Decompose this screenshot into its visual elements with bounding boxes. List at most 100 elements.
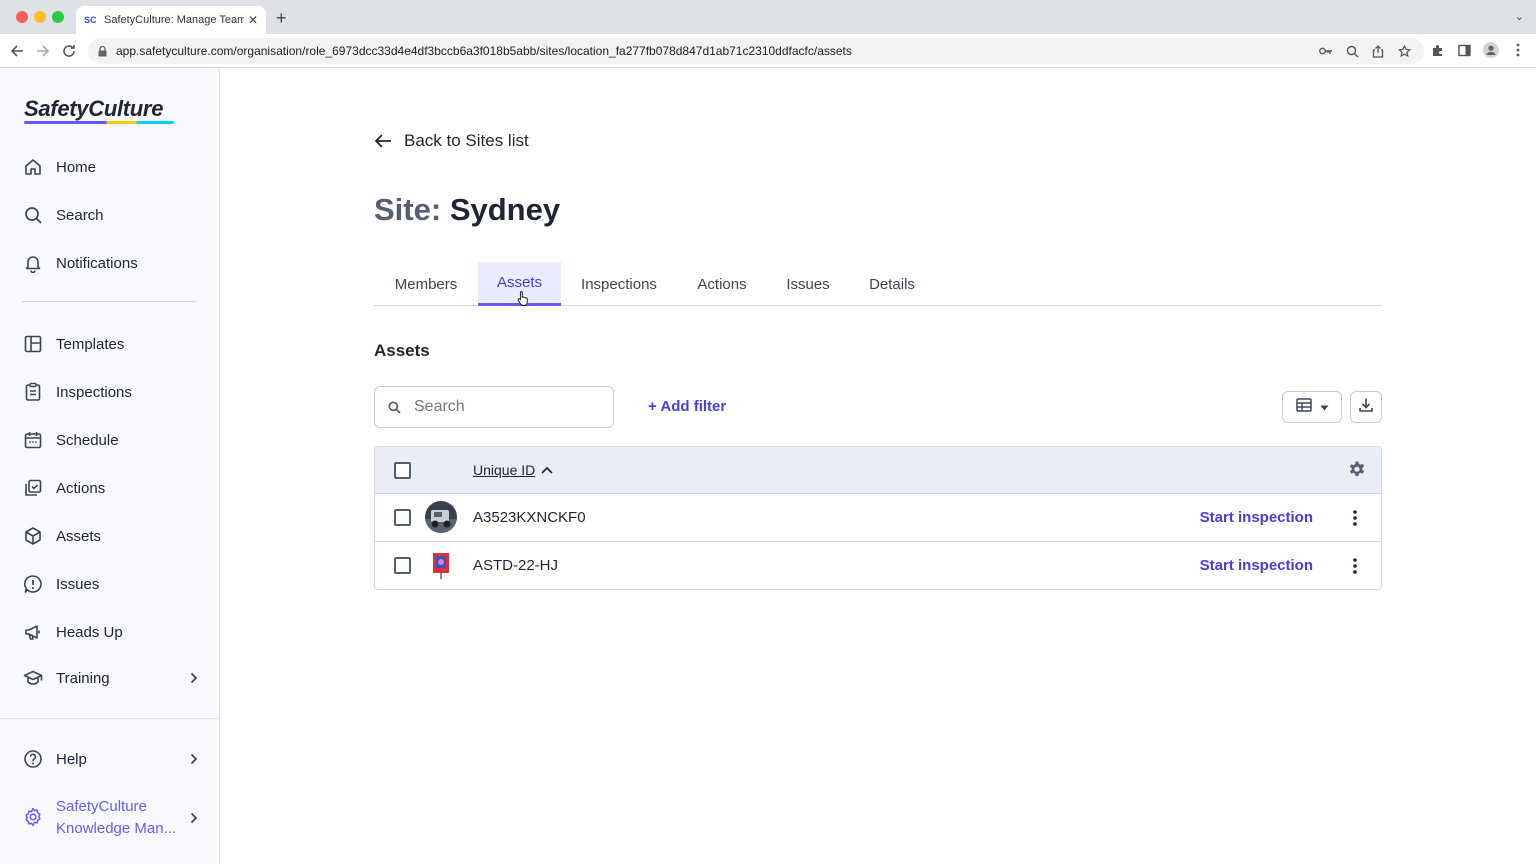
page-title: Site: Sydney xyxy=(374,192,560,228)
safetyculture-logo[interactable]: SafetyCulture xyxy=(24,96,163,122)
sidebar-item-assets[interactable]: Assets xyxy=(22,521,202,551)
sidebar-item-label: Actions xyxy=(56,479,106,497)
lock-icon xyxy=(98,45,108,57)
megaphone-icon xyxy=(22,621,44,643)
more-options-icon[interactable] xyxy=(1347,556,1363,576)
arrow-left-icon xyxy=(374,131,394,151)
sidebar-item-label: Templates xyxy=(56,335,125,353)
sidebar-bottom-divider xyxy=(0,718,219,719)
browser-menu-icon[interactable] xyxy=(1510,42,1526,58)
sidebar-item-search[interactable]: Search xyxy=(22,200,202,230)
organisation-switcher[interactable]: SafetyCulture Knowledge Man... xyxy=(22,796,202,840)
sidebar-item-actions[interactable]: Actions xyxy=(22,473,202,503)
cube-icon xyxy=(22,525,44,547)
key-icon[interactable] xyxy=(1318,43,1334,59)
profile-icon[interactable] xyxy=(1483,42,1499,58)
table-icon xyxy=(1295,397,1312,417)
gear-icon xyxy=(22,806,44,828)
asset-unique-id[interactable]: ASTD-22-HJ xyxy=(473,557,558,574)
sidebar-item-help[interactable]: Help xyxy=(22,744,202,774)
tab-inspections[interactable]: Inspections xyxy=(561,262,677,306)
row-checkbox[interactable] xyxy=(394,557,411,574)
chevron-right-icon xyxy=(186,810,202,826)
issue-icon xyxy=(22,573,44,595)
chevron-right-icon xyxy=(186,670,202,686)
table-row[interactable]: ASTD-22-HJ Start inspection xyxy=(375,542,1381,589)
table-header-row: Unique ID xyxy=(375,447,1381,494)
caret-down-icon xyxy=(1320,398,1329,416)
sidebar-item-label: Notifications xyxy=(56,254,138,272)
back-link-label: Back to Sites list xyxy=(404,131,529,150)
start-inspection-button[interactable]: Start inspection xyxy=(1200,557,1313,574)
close-window-button[interactable] xyxy=(16,11,28,23)
url-text: app.safetyculture.com/organisation/role_… xyxy=(116,44,852,58)
close-tab-icon[interactable]: ✕ xyxy=(248,13,258,27)
tab-actions[interactable]: Actions xyxy=(677,262,767,306)
sidebar-item-templates[interactable]: Templates xyxy=(22,329,202,359)
browser-tab-title: SafetyCulture: Manage Teams xyxy=(104,14,244,26)
sidebar-divider xyxy=(22,301,196,302)
new-tab-button[interactable]: + xyxy=(276,8,287,28)
assets-table: Unique ID A3523KXNCKF0 Start inspection … xyxy=(374,446,1382,590)
assets-section-title: Assets xyxy=(374,341,430,360)
search-icon xyxy=(22,204,44,226)
sidebar-item-label: Assets xyxy=(56,527,102,545)
bookmark-star-icon[interactable] xyxy=(1396,43,1412,59)
column-header-label: Unique ID xyxy=(473,462,536,478)
asset-thumbnail xyxy=(425,501,457,533)
sidebar-item-label: Schedule xyxy=(56,431,119,449)
unique-id-column-header[interactable]: Unique ID xyxy=(473,462,555,478)
sidebar-item-label: Search xyxy=(56,206,104,224)
sidebar-item-label: Issues xyxy=(56,575,100,593)
tab-details[interactable]: Details xyxy=(849,262,935,306)
tab-search-icon[interactable]: ⌄ xyxy=(1515,10,1524,23)
search-input[interactable] xyxy=(414,398,594,416)
start-inspection-button[interactable]: Start inspection xyxy=(1200,509,1313,526)
assets-search-field[interactable] xyxy=(374,386,614,428)
select-all-checkbox[interactable] xyxy=(394,462,411,479)
extensions-icon[interactable] xyxy=(1429,42,1445,58)
browser-tab-bar: SC SafetyCulture: Manage Teams ✕ + ⌄ xyxy=(0,0,1536,34)
organisation-name: SafetyCulture xyxy=(56,798,147,815)
row-checkbox[interactable] xyxy=(394,509,411,526)
home-icon xyxy=(22,156,44,178)
sidebar-item-home[interactable]: Home xyxy=(22,152,202,182)
more-options-icon[interactable] xyxy=(1347,508,1363,528)
tab-members[interactable]: Members xyxy=(374,262,478,306)
sidebar-item-notifications[interactable]: Notifications xyxy=(22,248,202,278)
table-row[interactable]: A3523KXNCKF0 Start inspection xyxy=(375,494,1381,542)
column-settings-gear-icon[interactable] xyxy=(1347,460,1367,480)
browser-tab[interactable]: SC SafetyCulture: Manage Teams ✕ xyxy=(76,6,266,34)
sidebar-item-label: Inspections xyxy=(56,383,132,401)
minimize-window-button[interactable] xyxy=(34,11,46,23)
sidebar-item-schedule[interactable]: Schedule xyxy=(22,425,202,455)
tab-issues[interactable]: Issues xyxy=(767,262,849,306)
search-icon xyxy=(388,400,402,414)
maximize-window-button[interactable] xyxy=(52,11,64,23)
add-filter-button[interactable]: + Add filter xyxy=(648,398,726,415)
sidebar-item-training[interactable]: Training xyxy=(22,663,202,693)
sidebar-item-issues[interactable]: Issues xyxy=(22,569,202,599)
side-panel-icon[interactable] xyxy=(1456,42,1472,58)
actions-icon xyxy=(22,477,44,499)
back-arrow-icon[interactable] xyxy=(8,42,26,60)
download-icon xyxy=(1358,397,1374,418)
table-view-toggle-button[interactable] xyxy=(1282,391,1342,423)
page-title-prefix: Site: xyxy=(374,192,442,227)
sidebar: SafetyCulture Home Search Notifications … xyxy=(0,68,220,864)
back-to-sites-link[interactable]: Back to Sites list xyxy=(374,131,529,151)
help-icon xyxy=(22,748,44,770)
share-icon[interactable] xyxy=(1370,43,1386,59)
zoom-icon[interactable] xyxy=(1344,43,1360,59)
calendar-icon xyxy=(22,429,44,451)
sidebar-item-inspections[interactable]: Inspections xyxy=(22,377,202,407)
asset-unique-id[interactable]: A3523KXNCKF0 xyxy=(473,509,586,526)
forward-arrow-icon[interactable] xyxy=(34,42,52,60)
download-button[interactable] xyxy=(1350,391,1382,423)
address-bar[interactable]: app.safetyculture.com/organisation/role_… xyxy=(88,38,1424,64)
sidebar-item-heads-up[interactable]: Heads Up xyxy=(22,617,202,647)
favicon-icon: SC xyxy=(84,15,97,25)
graduation-cap-icon xyxy=(22,667,44,689)
reload-icon[interactable] xyxy=(60,42,78,60)
browser-toolbar: app.safetyculture.com/organisation/role_… xyxy=(0,34,1536,68)
